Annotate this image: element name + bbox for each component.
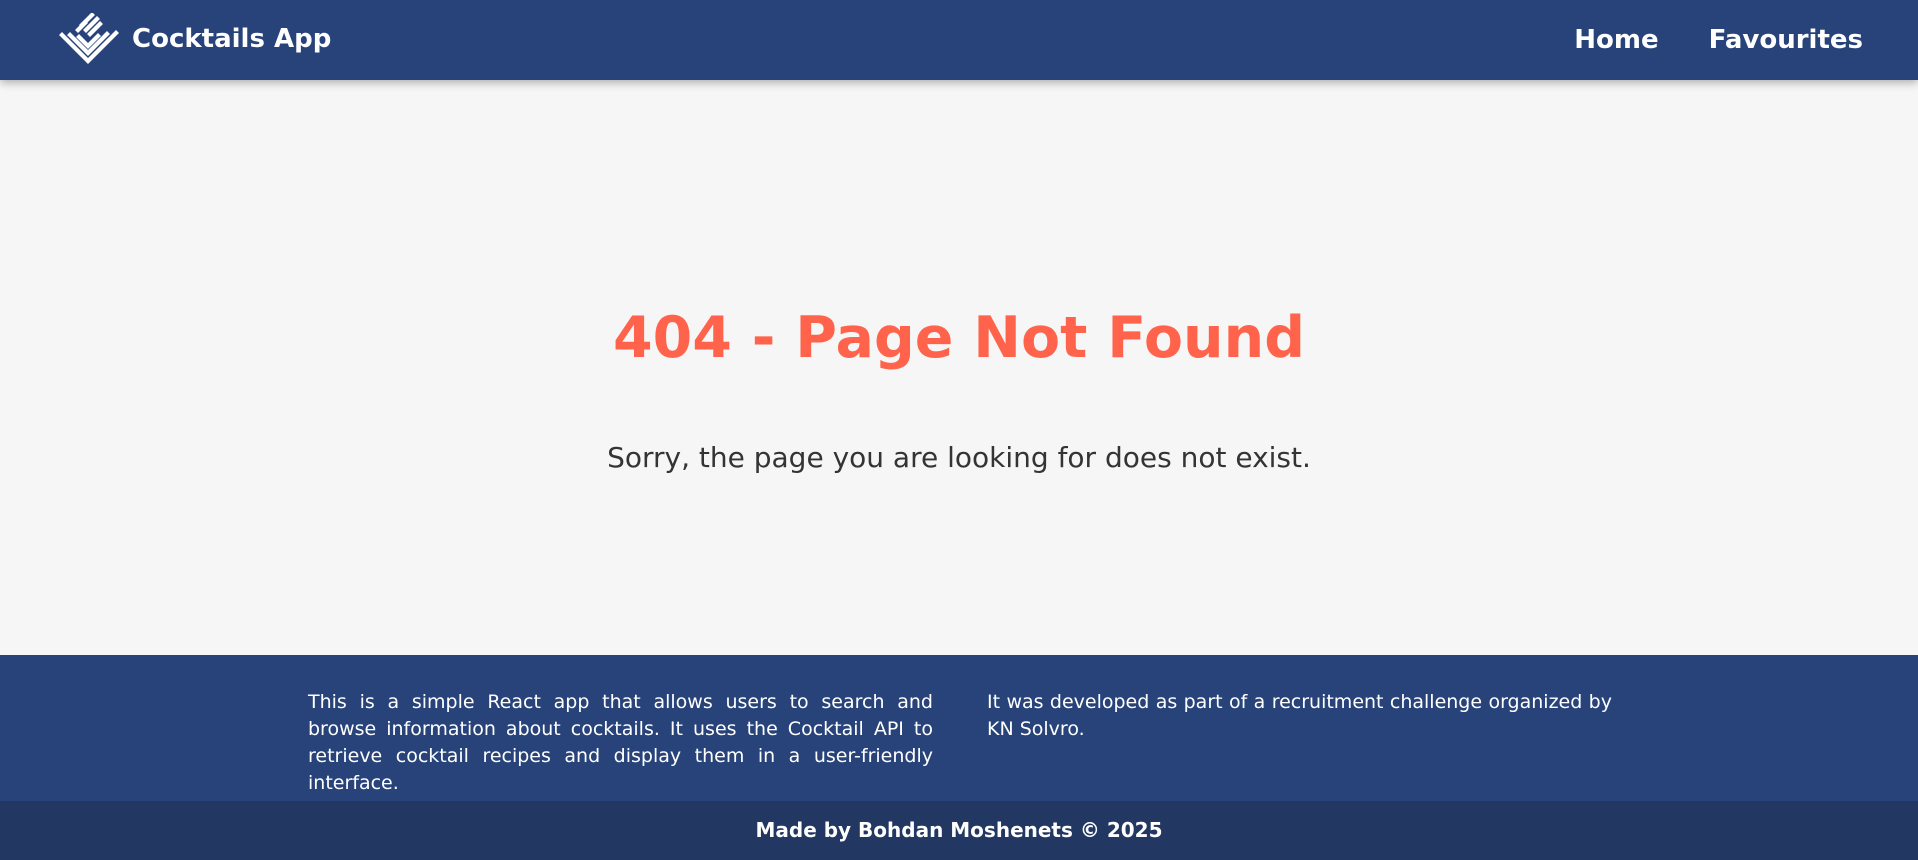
- not-found-content: 404 - Page Not Found Sorry, the page you…: [0, 80, 1918, 655]
- cocktail-logo-icon: [59, 13, 119, 64]
- app-header: Cocktails App Home Favourites: [0, 0, 1918, 80]
- not-found-message: Sorry, the page you are looking for does…: [607, 441, 1311, 474]
- brand-home-link[interactable]: Cocktails App: [58, 13, 331, 65]
- footer-app-description: This is a simple React app that allows u…: [308, 691, 933, 794]
- footer-copyright-section: Made by Bohdan Moshenets © 2025: [0, 801, 1918, 860]
- page: Cocktails App Home Favourites 404 - Page…: [0, 0, 1918, 860]
- nav-favourites-link[interactable]: Favourites: [1709, 25, 1863, 55]
- not-found-heading: 404 - Page Not Found: [612, 305, 1306, 371]
- nav-home-link[interactable]: Home: [1574, 25, 1658, 55]
- app-title: Cocktails App: [132, 24, 332, 54]
- main-navigation: Home Favourites: [1574, 0, 1863, 80]
- copyright-text: Made by Bohdan Moshenets © 2025: [755, 818, 1163, 842]
- footer-challenge-note: It was developed as part of a recruitmen…: [987, 691, 1612, 740]
- footer-description-section: This is a simple React app that allows u…: [0, 655, 1918, 801]
